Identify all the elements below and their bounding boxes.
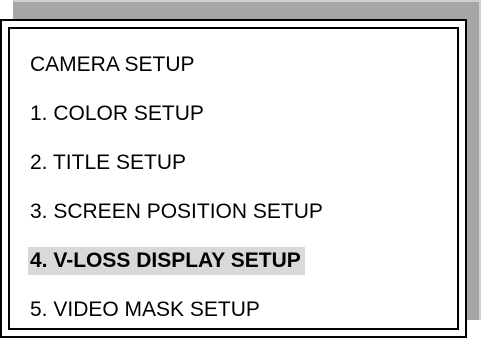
menu-item-color-setup[interactable]: 1. COLOR SETUP xyxy=(30,100,208,128)
menu-item-label: 2. TITLE SETUP xyxy=(30,151,186,174)
menu-inner-frame: CAMERA SETUP 1. COLOR SETUP 2. TITLE SET… xyxy=(8,27,459,330)
camera-setup-menu: CAMERA SETUP 1. COLOR SETUP 2. TITLE SET… xyxy=(0,19,467,338)
menu-item-label: 4. V-LOSS DISPLAY SETUP xyxy=(28,247,305,275)
menu-title: CAMERA SETUP xyxy=(30,53,195,76)
menu-item-label: 5. VIDEO MASK SETUP xyxy=(30,298,260,321)
menu-item-v-loss-display-setup[interactable]: 4. V-LOSS DISPLAY SETUP xyxy=(28,247,305,275)
menu-item-video-mask-setup[interactable]: 5. VIDEO MASK SETUP xyxy=(30,296,264,324)
menu-item-label: 3. SCREEN POSITION SETUP xyxy=(30,200,323,223)
menu-item-label: 1. COLOR SETUP xyxy=(30,102,204,125)
menu-item-title-setup[interactable]: 2. TITLE SETUP xyxy=(30,149,190,177)
menu-item-screen-position-setup[interactable]: 3. SCREEN POSITION SETUP xyxy=(30,198,327,226)
